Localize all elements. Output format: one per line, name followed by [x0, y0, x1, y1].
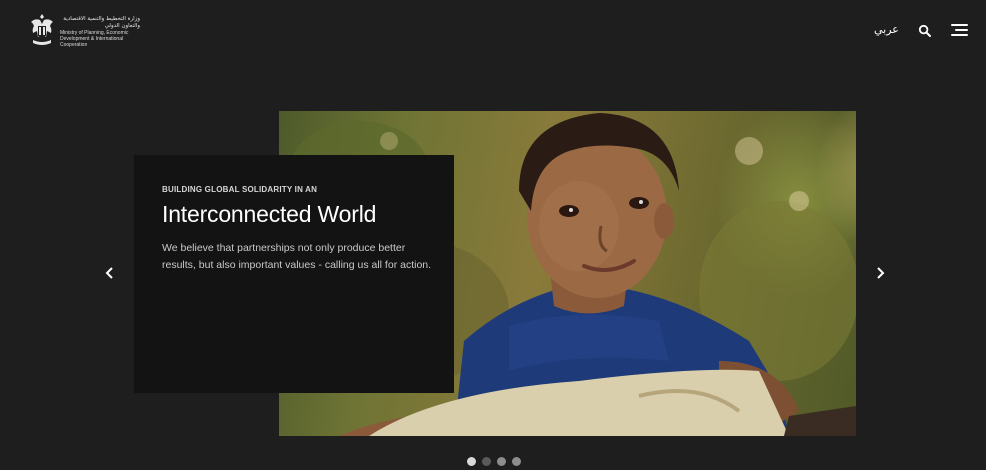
slider-dot-1[interactable] — [467, 457, 476, 466]
slide-kicker: BUILDING GLOBAL SOLIDARITY IN AN — [162, 185, 318, 194]
slider-prev-button[interactable] — [102, 265, 118, 281]
slider-pagination — [467, 457, 521, 466]
language-switch-link[interactable]: عربي — [874, 23, 899, 36]
slider-dot-4[interactable] — [512, 457, 521, 466]
slider-dot-3[interactable] — [497, 457, 506, 466]
page: وزارة التخطيط والتنمية الاقتصادية والتعا… — [0, 0, 986, 470]
search-button[interactable] — [918, 24, 932, 38]
chevron-right-icon — [877, 267, 885, 279]
slide-caption-card: BUILDING GLOBAL SOLIDARITY IN AN Interco… — [134, 155, 454, 393]
slide-title: Interconnected World — [162, 201, 377, 227]
logo-english-text: Ministry of Planning, Economic Developme… — [60, 30, 129, 48]
chevron-left-icon — [105, 267, 113, 279]
slider-dot-2[interactable] — [482, 457, 491, 466]
search-icon — [918, 24, 931, 37]
ministry-logo[interactable]: وزارة التخطيط والتنمية الاقتصادية والتعا… — [28, 12, 140, 48]
slider-next-button[interactable] — [872, 265, 888, 281]
eagle-emblem-icon — [31, 14, 53, 45]
logo-arabic-text: وزارة التخطيط والتنمية الاقتصادية والتعا… — [63, 16, 140, 29]
menu-button[interactable] — [951, 24, 968, 37]
slide-description: We believe that partnerships not only pr… — [162, 242, 432, 271]
